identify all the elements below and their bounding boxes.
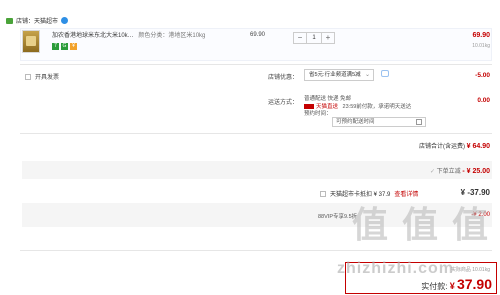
badge-guarantee-icon: G <box>61 43 68 50</box>
discount-selected: 省5元:行业频道满5减 <box>309 72 361 78</box>
shipping-label: 运送方式： <box>268 100 299 106</box>
discount-select[interactable]: 省5元:行业频道满5减 ⌄ <box>304 69 374 81</box>
badge-coupon-icon: ¥ <box>70 43 77 50</box>
chevron-down-icon: ⌄ <box>364 72 370 78</box>
order-discount-label: 下单立减 <box>436 169 461 175</box>
quantity-stepper[interactable]: − 1 + <box>293 32 335 44</box>
shop-total-label: 店铺合计(含运费) <box>418 144 465 150</box>
message-icon[interactable] <box>381 70 389 77</box>
watermark-logo: 值 值 值 <box>352 204 491 245</box>
product-title[interactable]: 加农香港地球米东北大米10k… 颜色分类：港地区米10kg <box>52 32 247 40</box>
divider <box>20 250 492 251</box>
card-checkbox[interactable] <box>320 190 326 197</box>
shop-name[interactable]: 天猫超市 <box>34 16 58 25</box>
decrease-button[interactable]: − <box>294 33 306 43</box>
quantity-input[interactable]: 1 <box>306 33 322 43</box>
badge-7day-icon: 7 <box>52 43 59 50</box>
delivery-deadline: 23:59前付款，承诺明天送达 <box>342 103 412 110</box>
increase-button[interactable]: + <box>322 33 334 43</box>
product-title-text[interactable]: 加农香港地球米东北大米10k… <box>52 33 134 39</box>
shipping-method: 普通配送 快递 免邮 <box>304 96 352 102</box>
appointment-placeholder: 可预约配送时间 <box>336 119 375 125</box>
appointment-time-input[interactable]: 可预约配送时间 <box>332 117 426 127</box>
discount-amount: -5.00 <box>475 72 490 79</box>
shop-header: 店铺： 天猫超市 <box>6 16 69 25</box>
service-badges: 7 G ¥ <box>52 43 77 50</box>
invoice-label: 开具发票 <box>35 75 60 81</box>
discount-label: 店铺优惠： <box>268 75 299 81</box>
final-currency: ¥ <box>449 281 455 291</box>
divider <box>20 133 492 134</box>
shop-label: 店铺： <box>16 19 35 25</box>
invoice-option[interactable]: 开具发票 <box>25 72 59 81</box>
final-label: 实付款: <box>421 282 448 291</box>
product-spec: 颜色分类：港地区米10kg <box>138 33 206 39</box>
final-amount: 37.90 <box>456 276 492 292</box>
store-icon <box>6 17 13 24</box>
tmall-direct: 天猫直送 <box>316 103 339 110</box>
order-discount: ✓ 下单立减 - ¥ 25.00 <box>430 166 490 175</box>
shop-total: 店铺合计(含运费) ¥ 64.90 <box>419 141 490 150</box>
order-discount-value: - ¥ 25.00 <box>462 168 490 175</box>
unit-price: 69.90 <box>250 32 266 38</box>
divider <box>20 64 492 65</box>
product-thumbnail[interactable] <box>22 30 40 53</box>
chat-icon[interactable] <box>61 17 69 24</box>
shipping-promise: 天猫直送 23:59前付款，承诺明天送达 <box>304 104 411 112</box>
watermark-site: zhizhizhi.com <box>337 260 454 277</box>
order-discount-row <box>22 161 492 179</box>
row-weight: 10.01kg <box>472 43 490 49</box>
final-payment: 实付款: ¥ 37.90 <box>421 276 492 292</box>
calendar-icon[interactable] <box>416 119 422 125</box>
final-weight: 实际商品 10.01kg <box>450 267 490 273</box>
shipping-fee: 0.00 <box>477 97 490 104</box>
tmall-logo-icon <box>304 103 314 109</box>
shop-total-value: ¥ 64.90 <box>466 143 490 150</box>
check-icon: ✓ <box>429 169 435 175</box>
invoice-checkbox[interactable] <box>25 73 31 80</box>
row-price: 69.90 <box>472 32 490 39</box>
shipping-info: 普通配送 快递 免邮 天猫直送 23:59前付款，承诺明天送达 预约时间： <box>304 96 411 119</box>
